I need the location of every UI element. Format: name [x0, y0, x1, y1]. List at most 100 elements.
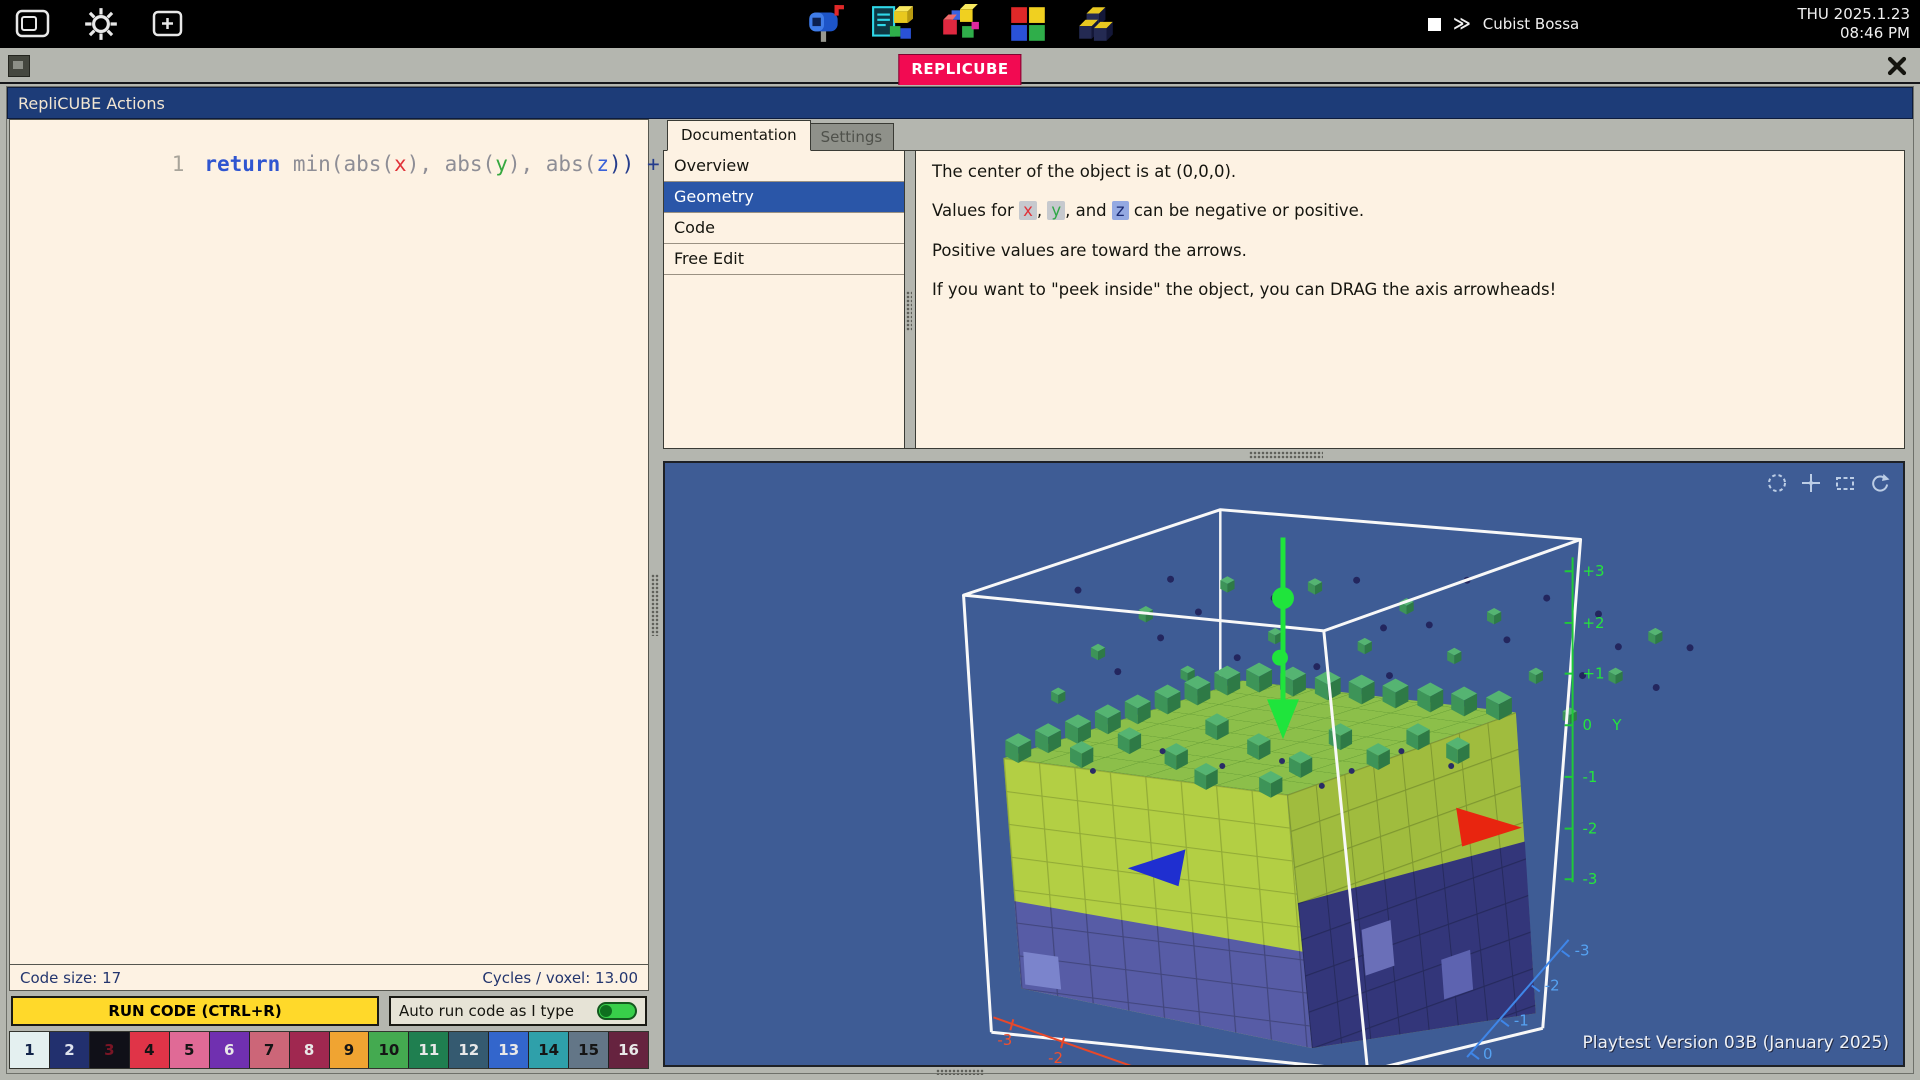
- svg-text:+3: +3: [1583, 562, 1605, 580]
- palette-swatch[interactable]: 5: [170, 1032, 210, 1068]
- code-size-label: Code size: 17: [20, 969, 121, 987]
- code-editor[interactable]: 1return min(abs(x), abs(y), abs(z)) + 10: [9, 119, 649, 965]
- stop-icon[interactable]: [1428, 18, 1441, 31]
- y-axis-handle[interactable]: [1272, 650, 1288, 666]
- code-token: min(abs(: [280, 152, 394, 176]
- mailbox-app-icon[interactable]: [803, 3, 845, 45]
- tab-documentation[interactable]: Documentation: [667, 120, 811, 151]
- palette-swatch[interactable]: 1: [10, 1032, 50, 1068]
- dark-cubes-app-icon[interactable]: [1075, 3, 1117, 45]
- blueprint-cubes-app-icon[interactable]: [871, 3, 913, 45]
- svg-text:-3: -3: [997, 1031, 1012, 1049]
- palette-swatch[interactable]: 7: [250, 1032, 290, 1068]
- window-titlebar: RepliCUBE Actions: [7, 87, 1913, 119]
- viewport-tools: [1765, 471, 1891, 495]
- marquee-box-icon[interactable]: [1833, 471, 1857, 495]
- color-palette: 1 2 3 4 5 6 7 8 9 10 11 12 13 14: [9, 1031, 649, 1069]
- right-pane: Documentation Settings Overview Geometry…: [661, 119, 1911, 1069]
- palette-swatch[interactable]: 8: [290, 1032, 330, 1068]
- svg-text:-2: -2: [1583, 820, 1598, 838]
- move-icon[interactable]: [1799, 471, 1823, 495]
- nav-item-code[interactable]: Code: [664, 213, 904, 244]
- tab-replicube[interactable]: REPLICUBE: [898, 54, 1021, 85]
- documentation-pane: Documentation Settings Overview Geometry…: [661, 119, 1911, 449]
- now-playing-title: Cubist Bossa: [1483, 15, 1579, 33]
- desktop: REPLICUBE RepliCUBE Actions 1 return min(…: [0, 48, 1920, 1080]
- run-code-button[interactable]: RUN CODE (CTRL+R): [11, 996, 379, 1026]
- new-window-icon[interactable]: [150, 7, 186, 41]
- autorun-label: Auto run code as I type: [399, 1002, 574, 1020]
- doc-paragraph: The center of the object is at (0,0,0).: [932, 161, 1888, 183]
- voxel-scene: +3 +2 +1 0 -1 -2 -3 Y: [665, 463, 1903, 1065]
- editor-controls: RUN CODE (CTRL+R) Auto run code as I typ…: [9, 991, 649, 1031]
- x-axis-ruler: -3 -2: [993, 1017, 1207, 1065]
- topbar-app-icons: [803, 0, 1117, 48]
- chip-z: z: [1112, 201, 1129, 220]
- palette-swatch[interactable]: 12: [449, 1032, 489, 1068]
- nav-item-geometry[interactable]: Geometry: [664, 182, 904, 213]
- toggle-knob: [600, 1005, 612, 1017]
- nav-item-overview[interactable]: Overview: [664, 151, 904, 182]
- palette-swatch[interactable]: 15: [569, 1032, 609, 1068]
- autorun-toggle[interactable]: [597, 1002, 637, 1020]
- tab-settings[interactable]: Settings: [809, 123, 895, 151]
- window-body: 1return min(abs(x), abs(y), abs(z)) + 10…: [9, 119, 1911, 1069]
- svg-text:-1: -1: [1514, 1011, 1529, 1029]
- display-icon[interactable]: [14, 7, 52, 41]
- doc-paragraph: Positive values are toward the arrows.: [932, 240, 1888, 262]
- selection-circle-icon[interactable]: [1765, 471, 1789, 495]
- palette-swatch[interactable]: 9: [330, 1032, 370, 1068]
- palette-swatch[interactable]: 11: [409, 1032, 449, 1068]
- red-cubes-app-icon[interactable]: [939, 3, 981, 45]
- code-editor-pane: 1return min(abs(x), abs(y), abs(z)) + 10…: [9, 119, 649, 1069]
- palette-swatch[interactable]: 10: [369, 1032, 409, 1068]
- voxel-viewport[interactable]: +3 +2 +1 0 -1 -2 -3 Y: [663, 461, 1905, 1067]
- gear-icon[interactable]: [82, 5, 120, 43]
- svg-text:0: 0: [1583, 716, 1592, 734]
- svg-text:-2: -2: [1545, 977, 1560, 995]
- window-tabstrip: REPLICUBE: [0, 48, 1920, 84]
- doc-paragraph: Values for x, y, and z can be negative o…: [932, 200, 1888, 222]
- horizontal-splitter[interactable]: [661, 449, 1911, 461]
- palette-swatch[interactable]: 6: [210, 1032, 250, 1068]
- window-title: RepliCUBE Actions: [18, 94, 165, 113]
- version-label: Playtest Version 03B (January 2025): [1583, 1033, 1890, 1053]
- chip-x: x: [1019, 201, 1037, 220]
- palette-swatch[interactable]: 2: [50, 1032, 90, 1068]
- code-token: z: [596, 152, 609, 176]
- skip-icon[interactable]: ≫: [1453, 14, 1471, 34]
- color-grid-app-icon[interactable]: [1007, 3, 1049, 45]
- line-number: 1: [172, 152, 185, 176]
- replicube-window: RepliCUBE Actions 1return min(abs(x), ab…: [6, 86, 1914, 1074]
- docs-nav: Overview Geometry Code Free Edit: [664, 151, 904, 448]
- clock-time: 08:46 PM: [1797, 24, 1910, 43]
- code-token: ), abs(: [508, 152, 597, 176]
- svg-text:0: 0: [1483, 1045, 1492, 1063]
- media-controls: ≫ Cubist Bossa: [1428, 0, 1579, 48]
- reset-view-icon[interactable]: [1867, 471, 1891, 495]
- palette-swatch[interactable]: 4: [130, 1032, 170, 1068]
- workspace-icon[interactable]: [8, 55, 30, 77]
- close-icon[interactable]: [1882, 52, 1912, 80]
- y-axis-handle[interactable]: [1272, 587, 1294, 609]
- vertical-splitter[interactable]: [649, 119, 661, 1069]
- nav-item-free-edit[interactable]: Free Edit: [664, 244, 904, 275]
- svg-text:+2: +2: [1583, 614, 1605, 632]
- code-token: x: [394, 152, 407, 176]
- screen: ≫ Cubist Bossa THU 2025.1.23 08:46 PM RE…: [0, 0, 1920, 1080]
- clock: THU 2025.1.23 08:46 PM: [1797, 5, 1910, 43]
- editor-status-bar: Code size: 17 Cycles / voxel: 13.00: [9, 965, 649, 991]
- palette-swatch[interactable]: 3: [90, 1032, 130, 1068]
- docs-body: Overview Geometry Code Free Edit The cen…: [663, 150, 1905, 449]
- svg-text:-3: -3: [1583, 870, 1598, 888]
- clock-date: THU 2025.1.23: [1797, 5, 1910, 24]
- cycles-label: Cycles / voxel: 13.00: [482, 969, 638, 987]
- palette-swatch[interactable]: 13: [489, 1032, 529, 1068]
- doc-tabs: Documentation Settings: [663, 123, 1905, 151]
- code-token: return: [204, 152, 280, 176]
- palette-swatch[interactable]: 14: [529, 1032, 569, 1068]
- bottom-resize-grip[interactable]: [936, 1069, 984, 1075]
- palette-swatch[interactable]: 16: [609, 1032, 648, 1068]
- doc-paragraph: If you want to "peek inside" the object,…: [932, 279, 1888, 301]
- docs-nav-splitter[interactable]: [904, 151, 916, 448]
